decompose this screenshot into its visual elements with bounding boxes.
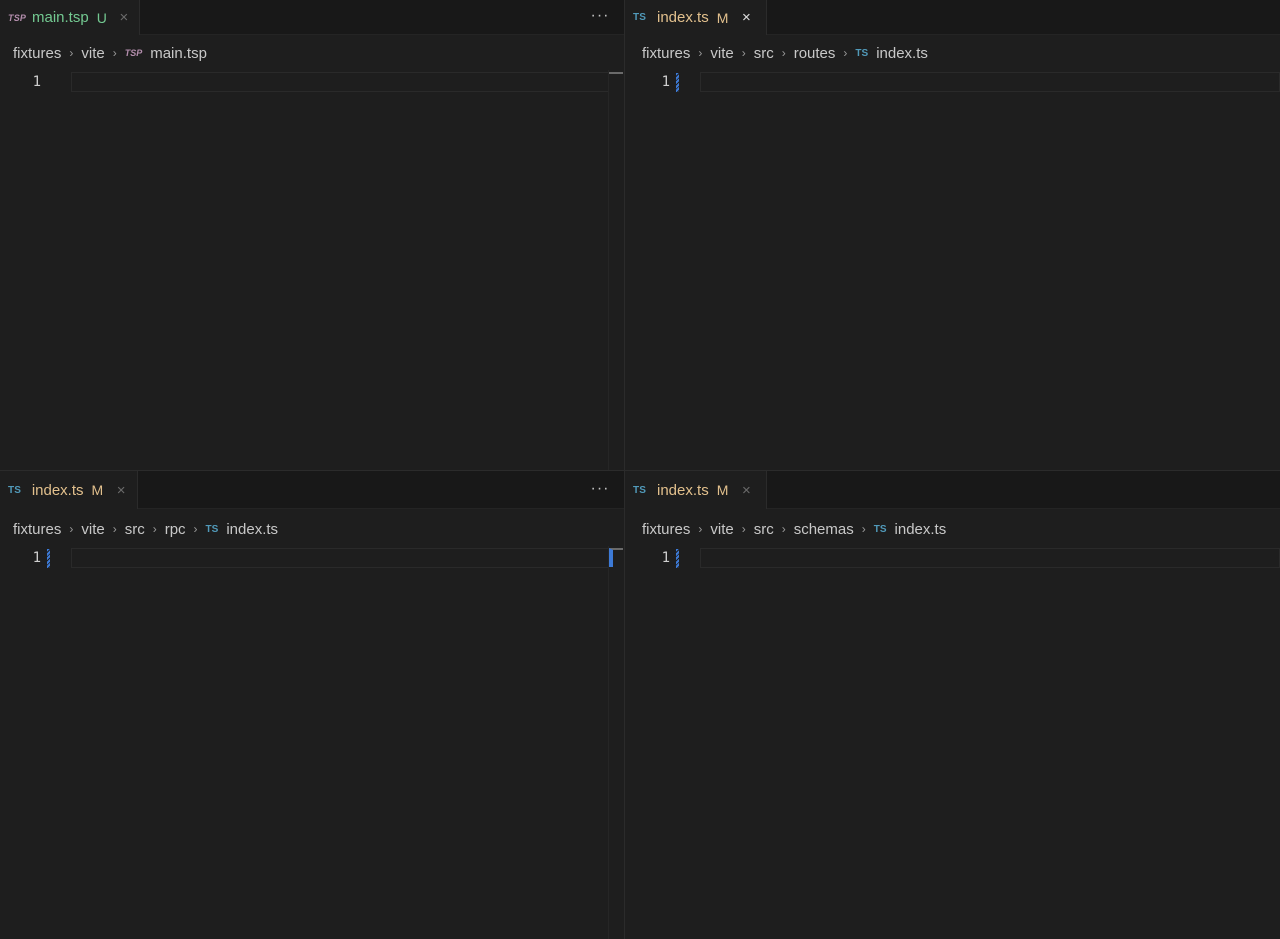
- breadcrumb-file[interactable]: index.ts: [876, 45, 928, 62]
- tab-main-tsp[interactable]: TSP main.tsp U ×: [0, 0, 140, 35]
- overview-ruler-cursor-marker: [609, 548, 623, 567]
- typescript-file-icon: TS: [633, 12, 647, 23]
- chevron-right-icon: ›: [112, 46, 117, 60]
- close-icon[interactable]: ×: [117, 9, 131, 26]
- git-status-badge: M: [716, 482, 729, 498]
- breadcrumb: fixtures › vite › src › rpc › TS index.t…: [13, 518, 278, 540]
- breadcrumb-file[interactable]: index.ts: [895, 521, 947, 538]
- breadcrumb-file[interactable]: index.ts: [226, 521, 278, 538]
- code-editor[interactable]: 1: [625, 546, 1280, 939]
- tab-filename: index.ts: [657, 9, 709, 26]
- editor-group-bottom-right: TS index.ts M × fixtures › vite › src › …: [625, 471, 1280, 939]
- text-cursor: [47, 549, 50, 568]
- breadcrumb-item[interactable]: routes: [794, 45, 836, 62]
- code-editor[interactable]: 1: [0, 546, 624, 939]
- tab-bar: TS index.ts M ×: [625, 0, 1280, 35]
- chevron-right-icon: ›: [69, 46, 74, 60]
- editor-group-bottom-left: TS index.ts M × ··· fixtures › vite › sr…: [0, 471, 624, 939]
- typescript-file-icon: TS: [205, 523, 219, 535]
- breadcrumb: fixtures › vite › src › routes › TS inde…: [642, 42, 928, 64]
- chevron-right-icon: ›: [152, 522, 157, 536]
- breadcrumb-item[interactable]: src: [125, 521, 145, 538]
- line-number: 1: [32, 74, 41, 90]
- tab-index-ts-schemas[interactable]: TS index.ts M ×: [625, 471, 767, 509]
- code-editor[interactable]: 1: [625, 70, 1280, 470]
- breadcrumb-item[interactable]: vite: [81, 521, 104, 538]
- current-line-highlight: [71, 72, 609, 92]
- typespec-file-icon: TSP: [8, 12, 27, 23]
- breadcrumb-file[interactable]: main.tsp: [150, 45, 207, 62]
- git-status-badge: M: [716, 9, 729, 26]
- breadcrumb-item[interactable]: src: [754, 521, 774, 538]
- breadcrumb-item[interactable]: vite: [81, 45, 104, 62]
- scrollbar-track: [608, 546, 609, 939]
- breadcrumb-item[interactable]: fixtures: [642, 45, 690, 62]
- breadcrumb-item[interactable]: rpc: [165, 521, 186, 538]
- tab-bar: TS index.ts M ×: [625, 471, 1280, 509]
- chevron-right-icon: ›: [781, 46, 786, 60]
- breadcrumb: fixtures › vite › src › schemas › TS ind…: [642, 518, 946, 540]
- text-cursor: [676, 549, 679, 568]
- close-icon[interactable]: ×: [113, 482, 129, 499]
- typescript-file-icon: TS: [633, 484, 647, 496]
- breadcrumb: fixtures › vite › TSP main.tsp: [13, 42, 207, 64]
- tab-filename: index.ts: [657, 481, 709, 499]
- editor-grid: TSP main.tsp U × ··· fixtures › vite › T…: [0, 0, 1280, 939]
- chevron-right-icon: ›: [861, 522, 866, 536]
- chevron-right-icon: ›: [698, 522, 703, 536]
- tab-filename: main.tsp: [32, 9, 89, 26]
- tab-bar: TS index.ts M × ···: [0, 471, 624, 509]
- editor-group-top-left: TSP main.tsp U × ··· fixtures › vite › T…: [0, 0, 624, 470]
- typescript-file-icon: TS: [8, 484, 22, 496]
- line-number: 1: [661, 550, 670, 566]
- chevron-right-icon: ›: [741, 46, 746, 60]
- chevron-right-icon: ›: [781, 522, 786, 536]
- chevron-right-icon: ›: [112, 522, 117, 536]
- current-line-highlight: [71, 548, 609, 568]
- scrollbar-track: [608, 70, 609, 470]
- breadcrumb-item[interactable]: schemas: [794, 521, 854, 538]
- tab-filename: index.ts: [31, 481, 84, 499]
- typescript-file-icon: TS: [873, 523, 887, 535]
- overview-ruler-marker: [609, 72, 623, 74]
- chevron-right-icon: ›: [193, 522, 198, 536]
- close-icon[interactable]: ×: [738, 482, 754, 499]
- breadcrumb-item[interactable]: src: [754, 45, 774, 62]
- current-line-highlight: [700, 72, 1280, 92]
- chevron-right-icon: ›: [69, 522, 74, 536]
- breadcrumb-item[interactable]: fixtures: [13, 521, 61, 538]
- current-line-highlight: [700, 548, 1280, 568]
- editor-group-top-right: TS index.ts M × fixtures › vite › src › …: [625, 0, 1280, 470]
- typespec-file-icon: TSP: [124, 48, 143, 58]
- close-icon[interactable]: ×: [738, 9, 754, 26]
- text-cursor: [676, 73, 679, 92]
- tab-index-ts-rpc[interactable]: TS index.ts M ×: [0, 471, 138, 509]
- tab-bar: TSP main.tsp U × ···: [0, 0, 624, 35]
- line-number: 1: [661, 74, 670, 90]
- line-number: 1: [32, 550, 41, 566]
- git-status-badge: U: [96, 9, 107, 26]
- breadcrumb-item[interactable]: fixtures: [13, 45, 61, 62]
- tab-index-ts-routes[interactable]: TS index.ts M ×: [625, 0, 767, 35]
- chevron-right-icon: ›: [741, 522, 746, 536]
- breadcrumb-item[interactable]: fixtures: [642, 521, 690, 538]
- breadcrumb-item[interactable]: vite: [710, 45, 733, 62]
- git-status-badge: M: [91, 482, 104, 498]
- more-actions-icon[interactable]: ···: [590, 479, 610, 499]
- breadcrumb-item[interactable]: vite: [710, 521, 733, 538]
- typescript-file-icon: TS: [855, 47, 869, 59]
- chevron-right-icon: ›: [843, 46, 848, 60]
- more-actions-icon[interactable]: ···: [590, 6, 610, 26]
- horizontal-splitter[interactable]: [0, 470, 1280, 471]
- code-editor[interactable]: 1: [0, 70, 624, 470]
- chevron-right-icon: ›: [698, 46, 703, 60]
